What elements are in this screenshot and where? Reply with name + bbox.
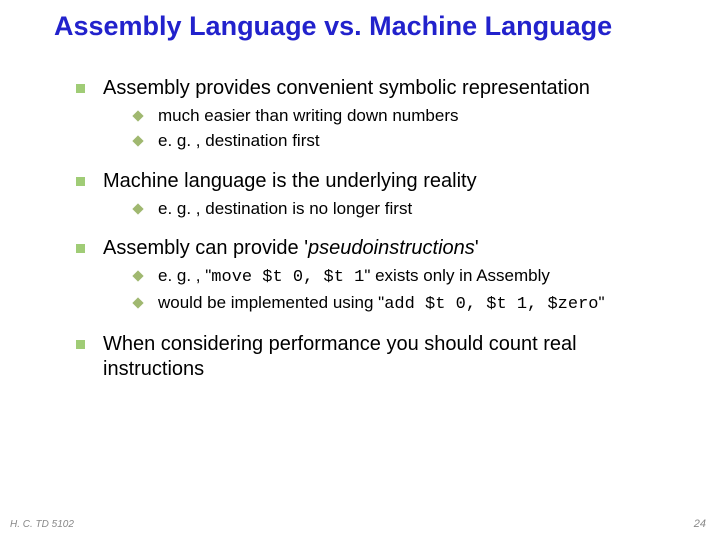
- bullet-text: Assembly can provide 'pseudoinstructions…: [103, 236, 479, 261]
- square-bullet-icon: [76, 244, 85, 253]
- text-segment: ": [598, 293, 604, 312]
- bullet-text: e. g. , destination is no longer first: [158, 198, 412, 220]
- bullet-text: much easier than writing down numbers: [158, 105, 458, 127]
- text-segment: ': [475, 237, 479, 259]
- text-segment: e. g. , ": [158, 266, 211, 285]
- bullet-level2: would be implemented using "add $t 0, $t…: [134, 292, 670, 316]
- diamond-bullet-icon: [132, 297, 143, 308]
- bullet-level1: Machine language is the underlying reali…: [76, 169, 670, 194]
- page-number: 24: [694, 518, 706, 530]
- bullet-text: would be implemented using "add $t 0, $t…: [158, 292, 605, 316]
- square-bullet-icon: [76, 84, 85, 93]
- diamond-bullet-icon: [132, 111, 143, 122]
- bullet-level2: e. g. , destination is no longer first: [134, 198, 670, 220]
- bullet-level2: e. g. , destination first: [134, 130, 670, 152]
- diamond-bullet-icon: [132, 136, 143, 147]
- text-segment: would be implemented using ": [158, 293, 384, 312]
- bullet-text: Machine language is the underlying reali…: [103, 169, 477, 194]
- slide-title: Assembly Language vs. Machine Language: [0, 12, 720, 40]
- slide: Assembly Language vs. Machine Language A…: [0, 0, 720, 540]
- bullet-level2: much easier than writing down numbers: [134, 105, 670, 127]
- code-text: add $t 0, $t 1, $zero: [384, 295, 598, 314]
- footer-author: H. C. TD 5102: [10, 519, 74, 530]
- diamond-bullet-icon: [132, 270, 143, 281]
- bullet-text: e. g. , "move $t 0, $t 1" exists only in…: [158, 265, 550, 289]
- sub-bullet-group: e. g. , "move $t 0, $t 1" exists only in…: [76, 265, 670, 316]
- sub-bullet-group: e. g. , destination is no longer first: [76, 198, 670, 220]
- sub-bullet-group: much easier than writing down numbers e.…: [76, 105, 670, 152]
- code-text: move $t 0, $t 1: [211, 268, 364, 287]
- italic-text: pseudoinstructions: [308, 237, 475, 259]
- bullet-level2: e. g. , "move $t 0, $t 1" exists only in…: [134, 265, 670, 289]
- slide-content: Assembly provides convenient symbolic re…: [0, 76, 720, 381]
- text-segment: " exists only in Assembly: [364, 266, 550, 285]
- bullet-text: When considering performance you should …: [103, 332, 670, 382]
- bullet-level1: When considering performance you should …: [76, 332, 670, 382]
- bullet-text: Assembly provides convenient symbolic re…: [103, 76, 590, 101]
- square-bullet-icon: [76, 340, 85, 349]
- bullet-level1: Assembly provides convenient symbolic re…: [76, 76, 670, 101]
- square-bullet-icon: [76, 177, 85, 186]
- bullet-text: e. g. , destination first: [158, 130, 320, 152]
- bullet-level1: Assembly can provide 'pseudoinstructions…: [76, 236, 670, 261]
- diamond-bullet-icon: [132, 203, 143, 214]
- text-segment: Assembly can provide ': [103, 237, 308, 259]
